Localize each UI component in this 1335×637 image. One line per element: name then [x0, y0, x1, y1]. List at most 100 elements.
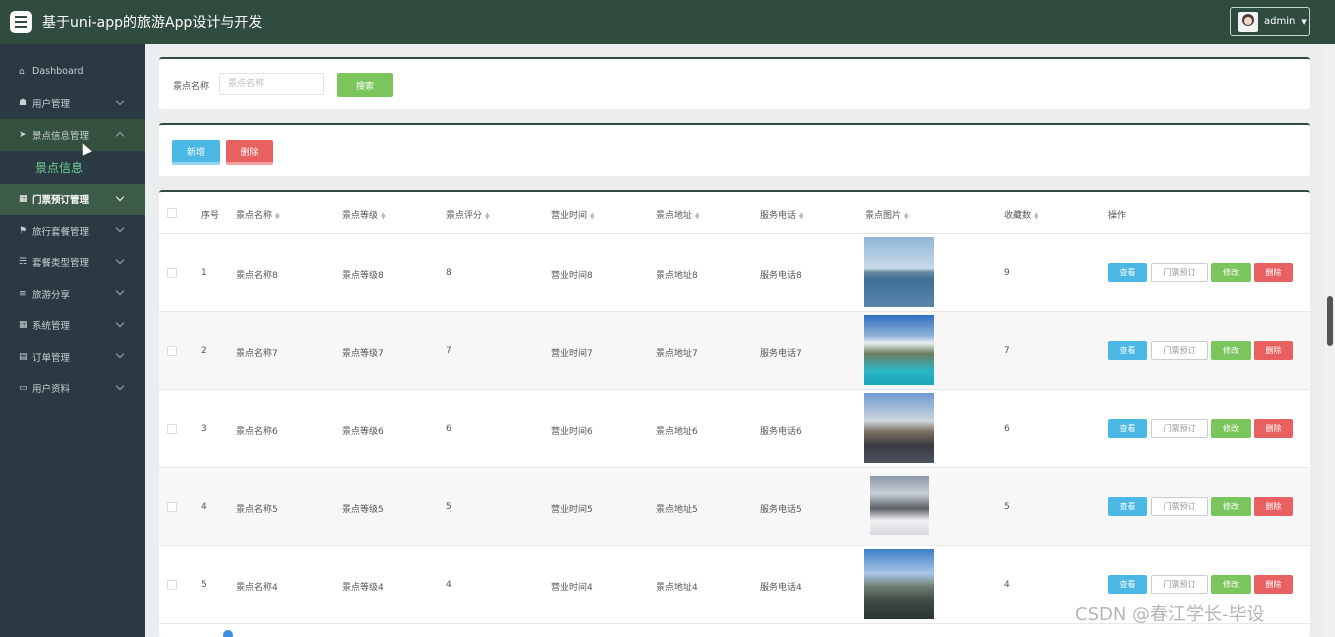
column-header-sortable[interactable]: 营业时间 ▲ ▼ [551, 208, 595, 221]
chevron-down-icon [115, 318, 125, 327]
sidebar-item-system[interactable]: ▦ 系统管理 [0, 310, 145, 342]
column-header-sortable[interactable]: 收藏数 ▲ ▼ [1004, 208, 1039, 221]
book-ticket-button[interactable]: 门票预订 [1151, 263, 1208, 282]
column-header-sortable[interactable]: 景点评分 ▲ ▼ [446, 208, 490, 221]
sidebar-item-dashboard[interactable]: ⌂ Dashboard [0, 56, 145, 88]
clipboard-icon: ▤ [19, 351, 28, 362]
delete-button[interactable]: 删除 [1254, 575, 1293, 594]
sidebar-subitem-scenic-info[interactable]: 景点信息 [0, 151, 145, 184]
menu-toggle-icon[interactable] [10, 11, 32, 33]
row-checkbox[interactable] [167, 268, 177, 278]
scenic-photo [864, 393, 934, 463]
scenic-score: 5 [446, 502, 452, 512]
scenic-score: 8 [446, 268, 452, 278]
grid-icon: ▦ [19, 194, 28, 205]
scenic-level: 景点等级4 [342, 583, 384, 593]
home-icon: ⌂ [19, 66, 25, 77]
batch-delete-button[interactable]: 删除 [226, 140, 273, 165]
column-header-sortable[interactable]: 景点地址 ▲ ▼ [656, 208, 700, 221]
service-phone: 服务电话5 [760, 505, 802, 515]
view-button[interactable]: 查看 [1108, 497, 1147, 516]
sidebar-item-profile[interactable]: ▭ 用户资料 [0, 373, 145, 405]
view-button[interactable]: 查看 [1108, 263, 1147, 282]
edit-button[interactable]: 修改 [1211, 497, 1251, 516]
scenic-level: 景点等级5 [342, 505, 384, 515]
column-header-label: 景点图片 [865, 211, 902, 221]
search-input[interactable] [219, 73, 324, 95]
delete-button[interactable]: 删除 [1254, 497, 1293, 516]
scenic-address: 景点地址8 [656, 271, 698, 281]
id-card-icon: ▭ [19, 383, 28, 394]
sidebar-item-ticket-booking[interactable]: ▦ 门票预订管理 [0, 183, 145, 215]
column-header-label: 服务电话 [760, 211, 797, 221]
sidebar: ⌂ Dashboard ☗ 用户管理 ➤ 景点信息管理 景点信息 ▦ 门票预订管… [0, 44, 145, 637]
sidebar-item-travel-package[interactable]: ⚑ 旅行套餐管理 [0, 215, 145, 247]
user-name: admin [1264, 16, 1296, 27]
caret-down-icon: ▼ [1301, 17, 1307, 26]
paper-plane-icon: ➤ [19, 129, 27, 140]
delete-button[interactable]: 删除 [1254, 419, 1293, 438]
row-checkbox[interactable] [167, 424, 177, 434]
scenic-score: 6 [446, 424, 452, 434]
user-group-icon: ☗ [19, 98, 28, 109]
book-ticket-button[interactable]: 门票预订 [1151, 419, 1208, 438]
search-button[interactable]: 搜索 [337, 73, 393, 97]
scenic-table: 序号 景点名称 ▲ ▼ 景点等级 ▲ ▼ 景点评分 ▲ ▼ 营业时间 ▲ ▼ 景点地址 ▲ ▼ 服务… [159, 190, 1310, 637]
sidebar-item-label: Dashboard [32, 66, 84, 78]
row-checkbox[interactable] [167, 580, 177, 590]
business-hours: 营业时间8 [551, 271, 593, 281]
app-title: 基于uni-app的旅游App设计与开发 [42, 15, 263, 31]
book-ticket-button[interactable]: 门票预订 [1151, 575, 1208, 594]
delete-button[interactable]: 删除 [1254, 263, 1293, 282]
view-button[interactable]: 查看 [1108, 575, 1147, 594]
sidebar-item-travel-share[interactable]: ≡ 旅游分享 [0, 278, 145, 310]
row-number: 1 [201, 268, 207, 278]
business-hours: 营业时间7 [551, 349, 593, 359]
service-phone: 服务电话6 [760, 427, 802, 437]
column-header-sortable[interactable]: 服务电话 ▲ ▼ [760, 208, 804, 221]
edit-button[interactable]: 修改 [1211, 575, 1251, 594]
sidebar-item-label: 旅行套餐管理 [32, 226, 90, 238]
column-header-sortable[interactable]: 景点名称 ▲ ▼ [236, 208, 280, 221]
sidebar-item-label: 用户管理 [32, 99, 71, 111]
sidebar-item-user-management[interactable]: ☗ 用户管理 [0, 88, 145, 120]
row-number: 5 [201, 580, 207, 590]
select-all-checkbox[interactable] [167, 208, 177, 218]
sort-icon: ▲ ▼ [799, 210, 804, 221]
table-row: 4 景点名称5 景点等级5 5 营业时间5 景点地址5 服务电话5 5 查看 门票预订 修改 删除 [159, 468, 1310, 546]
scenic-name: 景点名称6 [236, 427, 278, 437]
view-button[interactable]: 查看 [1108, 341, 1147, 360]
scenic-photo [864, 315, 934, 385]
row-checkbox[interactable] [167, 346, 177, 356]
business-hours: 营业时间6 [551, 427, 593, 437]
column-header-sortable[interactable]: 景点等级 ▲ ▼ [342, 208, 386, 221]
scenic-name: 景点名称7 [236, 349, 278, 359]
sidebar-item-scenic-management[interactable]: ➤ 景点信息管理 [0, 119, 145, 151]
sort-icon: ▲ ▼ [904, 210, 909, 221]
edit-button[interactable]: 修改 [1211, 419, 1251, 438]
column-header-sortable[interactable]: 景点图片 ▲ ▼ [865, 208, 909, 221]
chevron-down-icon [115, 349, 125, 359]
flag-icon: ⚑ [19, 225, 28, 236]
book-ticket-button[interactable]: 门票预订 [1151, 341, 1208, 360]
edit-button[interactable]: 修改 [1211, 263, 1251, 282]
chevron-down-icon [115, 255, 125, 264]
scrollbar-thumb[interactable] [1327, 296, 1333, 346]
page-scrollbar[interactable] [1325, 44, 1335, 637]
sidebar-item-package-type[interactable]: ☴ 套餐类型管理 [0, 247, 145, 279]
view-button[interactable]: 查看 [1108, 419, 1147, 438]
book-ticket-button[interactable]: 门票预订 [1151, 497, 1208, 516]
sidebar-item-label: 系统管理 [32, 321, 71, 333]
sidebar-item-orders[interactable]: ▤ 订单管理 [0, 341, 145, 373]
floating-dot [221, 628, 235, 637]
table-header: 序号 景点名称 ▲ ▼ 景点等级 ▲ ▼ 景点评分 ▲ ▼ 营业时间 ▲ ▼ 景点地址 ▲ ▼ 服务… [159, 192, 1310, 234]
edit-button[interactable]: 修改 [1211, 341, 1251, 360]
column-header-label: 景点等级 [342, 211, 379, 221]
add-button[interactable]: 新增 [172, 140, 220, 165]
sidebar-item-label: 旅游分享 [32, 289, 71, 301]
chevron-down-icon [115, 223, 125, 233]
delete-button[interactable]: 删除 [1254, 341, 1293, 360]
row-checkbox[interactable] [167, 502, 177, 512]
user-menu[interactable]: admin ▼ [1230, 7, 1310, 36]
action-panel: 新增 删除 [159, 123, 1310, 176]
